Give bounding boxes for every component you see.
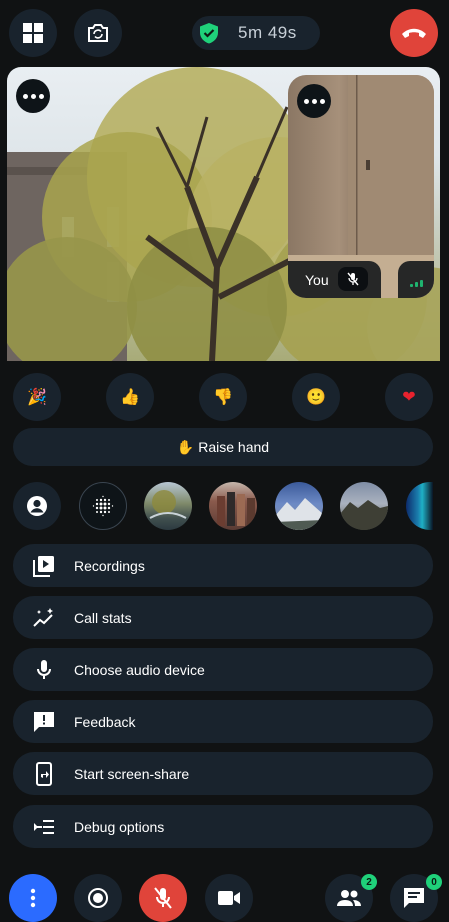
recordings-menu-item[interactable]: Recordings bbox=[13, 544, 433, 587]
more-options-button[interactable] bbox=[9, 874, 57, 922]
call-timer: 5m 49s bbox=[192, 16, 320, 50]
self-name-tag: You bbox=[288, 261, 381, 298]
more-vertical-icon bbox=[30, 888, 36, 908]
self-name-label: You bbox=[305, 271, 329, 288]
reaction-heart-button[interactable]: ❤ bbox=[385, 373, 433, 421]
microphone-icon bbox=[31, 657, 57, 683]
screen-share-icon bbox=[31, 761, 57, 787]
participants-button[interactable]: 2 bbox=[325, 874, 377, 922]
background-space-button[interactable] bbox=[406, 482, 433, 530]
feedback-menu-item[interactable]: Feedback bbox=[13, 700, 433, 743]
phone-hangup-icon bbox=[402, 28, 426, 38]
chat-icon bbox=[404, 888, 424, 908]
grid-icon bbox=[23, 23, 43, 43]
hang-up-button[interactable] bbox=[390, 9, 438, 57]
reaction-party-button[interactable]: 🎉 bbox=[13, 373, 61, 421]
people-icon bbox=[337, 890, 361, 906]
reaction-thumbs-up-button[interactable]: 👍 bbox=[106, 373, 154, 421]
call-stats-menu-item[interactable]: Call stats bbox=[13, 596, 433, 639]
mic-muted-icon bbox=[338, 267, 368, 291]
record-icon bbox=[88, 888, 108, 908]
recordings-icon bbox=[31, 553, 57, 579]
blur-icon bbox=[92, 495, 114, 517]
connection-quality-icon bbox=[398, 261, 434, 298]
party-popper-icon: 🎉 bbox=[27, 389, 47, 406]
person-icon bbox=[27, 496, 47, 516]
screen-share-menu-item[interactable]: Start screen-share bbox=[13, 752, 433, 795]
debug-indent-icon bbox=[31, 814, 57, 840]
houses-thumbnail bbox=[217, 492, 255, 526]
audio-device-menu-item[interactable]: Choose audio device bbox=[13, 648, 433, 691]
raise-hand-button[interactable]: ✋ Raise hand bbox=[13, 428, 433, 466]
reaction-smile-button[interactable]: 🙂 bbox=[292, 373, 340, 421]
self-video-options-button[interactable] bbox=[297, 84, 331, 118]
screen-share-label: Start screen-share bbox=[74, 765, 190, 782]
participants-count-badge: 2 bbox=[361, 874, 377, 890]
video-camera-icon bbox=[218, 891, 240, 905]
toggle-camera-button[interactable] bbox=[205, 874, 253, 922]
remote-video-options-button[interactable] bbox=[16, 79, 50, 113]
record-button[interactable] bbox=[74, 874, 122, 922]
heart-icon: ❤ bbox=[402, 389, 416, 406]
background-houses-button[interactable] bbox=[209, 482, 257, 530]
flip-camera-icon bbox=[88, 24, 108, 42]
shield-check-icon bbox=[200, 23, 218, 44]
stats-sparkle-icon bbox=[31, 605, 57, 631]
toggle-microphone-button[interactable] bbox=[139, 874, 187, 922]
call-stats-label: Call stats bbox=[74, 609, 132, 626]
rocks-thumbnail bbox=[340, 500, 388, 530]
grid-view-button[interactable] bbox=[9, 9, 57, 57]
background-mountains-button[interactable] bbox=[275, 482, 323, 530]
feedback-label: Feedback bbox=[74, 713, 136, 730]
thumbs-up-icon: 👍 bbox=[120, 389, 140, 406]
background-none-button[interactable] bbox=[13, 482, 61, 530]
mountains-thumbnail bbox=[275, 498, 323, 530]
smile-icon: 🙂 bbox=[306, 389, 326, 406]
audio-device-label: Choose audio device bbox=[74, 661, 205, 678]
reaction-thumbs-down-button[interactable]: 👎 bbox=[199, 373, 247, 421]
background-rocks-button[interactable] bbox=[340, 482, 388, 530]
background-canal-button[interactable] bbox=[144, 482, 192, 530]
recordings-label: Recordings bbox=[74, 557, 145, 574]
raise-hand-label: ✋ Raise hand bbox=[176, 438, 270, 455]
thumbs-down-icon: 👎 bbox=[213, 389, 233, 406]
background-blur-button[interactable] bbox=[79, 482, 127, 530]
mic-off-icon bbox=[154, 887, 172, 909]
timer-text: 5m 49s bbox=[238, 23, 297, 42]
self-video: You bbox=[288, 75, 434, 298]
debug-options-label: Debug options bbox=[74, 818, 165, 835]
debug-options-menu-item[interactable]: Debug options bbox=[13, 805, 433, 848]
switch-camera-button[interactable] bbox=[74, 9, 122, 57]
canal-thumbnail bbox=[149, 490, 187, 519]
feedback-icon bbox=[31, 709, 57, 735]
chat-count-badge: 0 bbox=[426, 874, 442, 890]
chat-button[interactable]: 0 bbox=[390, 874, 442, 922]
